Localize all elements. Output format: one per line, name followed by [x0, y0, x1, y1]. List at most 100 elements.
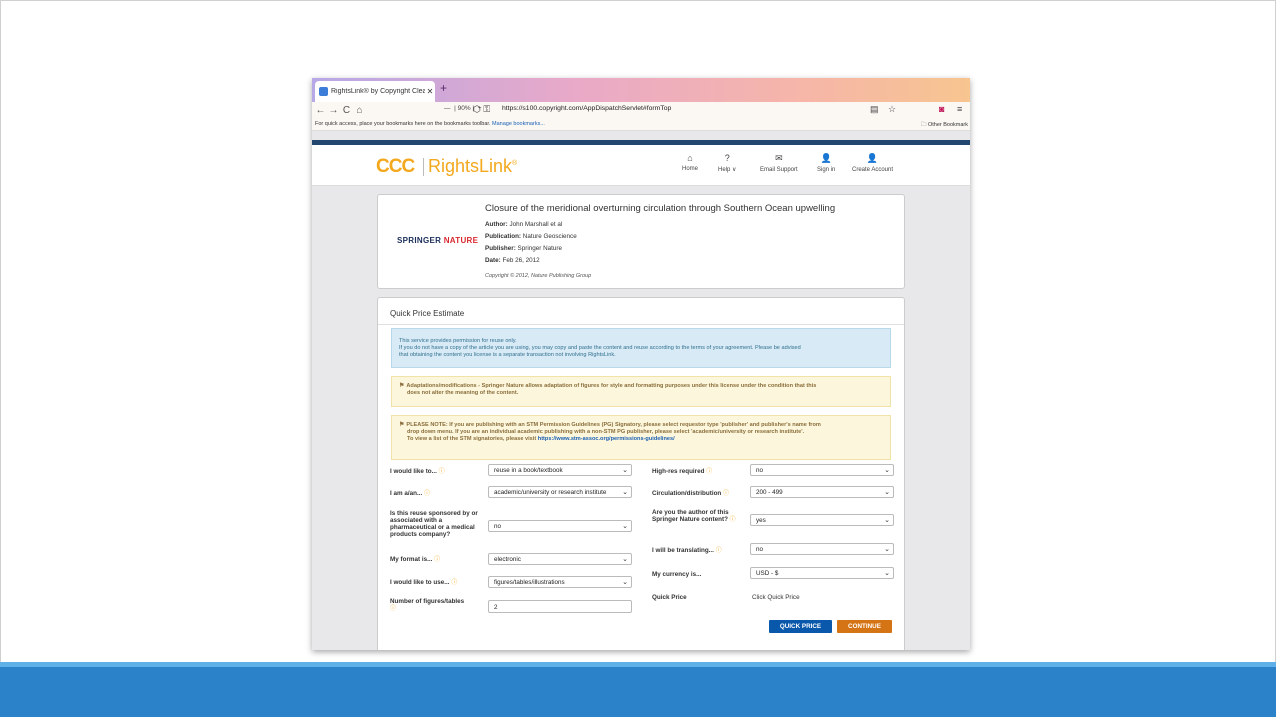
- author-line: Author: John Marshall et al: [485, 221, 562, 228]
- browser-tab-bar: RightsLink® by Copyright Clear ✕ +: [312, 78, 970, 102]
- folder-icon: 🗀: [920, 122, 927, 128]
- sponsored-select[interactable]: no ⌄: [488, 520, 632, 532]
- date-label: Date:: [485, 257, 501, 264]
- continue-button[interactable]: CONTINUE: [837, 620, 892, 633]
- use-label: I would like to use... ⓘ: [390, 579, 457, 587]
- info-circle-icon[interactable]: ⓘ: [451, 580, 457, 586]
- flag-icon: ⚑: [399, 383, 405, 389]
- info-circle-icon[interactable]: ⓘ: [723, 491, 729, 497]
- chevron-down-icon: ⌄: [622, 579, 628, 586]
- address-bar[interactable]: https://s100.copyright.com/AppDispatchSe…: [502, 105, 671, 112]
- rightslink-logo[interactable]: RightsLink®: [428, 156, 517, 177]
- info-circle-icon[interactable]: ⓘ: [434, 557, 440, 563]
- article-title: Closure of the meridional overturning ci…: [485, 203, 836, 214]
- nav-help[interactable]: ? Help ∨: [718, 153, 736, 173]
- format-select[interactable]: electronic ⌄: [488, 553, 632, 565]
- stm-note-alert: ⚑ PLEASE NOTE: If you are publishing with…: [391, 415, 891, 460]
- zoom-out-button[interactable]: —: [444, 105, 451, 112]
- format-value: electronic: [494, 556, 521, 563]
- number-label: Number of figures/tables ⓘ: [390, 598, 470, 613]
- rightslink-text: RightsLink: [428, 156, 513, 176]
- nav-email-support[interactable]: ✉ Email Support: [760, 153, 798, 173]
- author-question-label: Are you the author of this Springer Natu…: [652, 509, 736, 524]
- circulation-label: Circulation/distribution ⓘ: [652, 490, 729, 498]
- user-icon: 👤: [820, 153, 832, 163]
- stm-guidelines-link[interactable]: https://www.stm-assoc.org/permissions-gu…: [538, 436, 675, 442]
- article-card: SPRINGER NATURE Closure of the meridiona…: [377, 194, 905, 289]
- highres-value: no: [756, 467, 764, 474]
- circulation-select[interactable]: 200 - 499 ⌄: [750, 486, 894, 498]
- manage-bookmarks-link[interactable]: Manage bookmarks...: [492, 121, 545, 127]
- sponsored-value: no: [494, 523, 502, 530]
- nav-home[interactable]: ⌂ Home: [682, 153, 698, 172]
- info-circle-icon[interactable]: ⓘ: [424, 491, 430, 497]
- would-like-select[interactable]: reuse in a book/textbook ⌄: [488, 464, 632, 476]
- publication-value: Nature Geoscience: [522, 233, 577, 240]
- info-circle-icon[interactable]: ⓘ: [730, 517, 736, 523]
- registered-mark: ®: [512, 160, 518, 167]
- pocket-icon[interactable]: ◙: [939, 104, 944, 114]
- nav-email-label: Email Support: [760, 167, 798, 173]
- info-circle-icon[interactable]: ⓘ: [716, 548, 722, 554]
- browser-screenshot: RightsLink® by Copyright Clear ✕ + ← → C…: [312, 78, 970, 650]
- note-line-3: To view a list of the STM signatories, p…: [407, 436, 537, 442]
- would-like-value: reuse in a book/textbook: [494, 467, 563, 474]
- chevron-down-icon: ⌄: [622, 556, 628, 563]
- bookmark-star-icon[interactable]: ☆: [888, 104, 896, 115]
- reload-icon[interactable]: C: [340, 105, 353, 116]
- nav-sign-in[interactable]: 👤 Sign in: [817, 153, 835, 173]
- back-icon[interactable]: ←: [314, 105, 327, 116]
- translating-text: I will be translating...: [652, 547, 714, 554]
- info-line-1: This service provides permission for reu…: [399, 338, 517, 344]
- info-line-3: that obtaining the content you license i…: [399, 352, 616, 358]
- nav-create-account[interactable]: 👤 Create Account: [852, 153, 893, 173]
- highres-select[interactable]: no ⌄: [750, 464, 894, 476]
- logo-springer: SPRINGER: [397, 236, 444, 245]
- chevron-down-icon: ⌄: [622, 467, 628, 474]
- author-question-text: Are you the author of this Springer Natu…: [652, 509, 729, 523]
- author-question-value: yes: [756, 517, 766, 524]
- browser-nav-bar: ← → C ⌂ — | 90% | + ⬡ ⚿ https://s100.cop…: [312, 102, 970, 119]
- number-text: Number of figures/tables: [390, 598, 465, 605]
- other-bookmarks-folder[interactable]: 🗀 Other Bookmark: [921, 121, 968, 130]
- quick-price-label: Quick Price: [652, 594, 687, 601]
- chevron-down-icon: ⌄: [884, 467, 890, 474]
- info-line-2: If you do not have a copy of the article…: [399, 345, 801, 351]
- new-tab-button[interactable]: +: [440, 81, 447, 95]
- home-icon: ⌂: [687, 153, 693, 163]
- site-header: CCC RightsLink® ⌂ Home ? Help ∨ ✉ Email Sup…: [312, 145, 970, 186]
- adapt-line-1: Adaptations/modifications - Springer Nat…: [406, 383, 817, 389]
- number-input[interactable]: 2: [488, 600, 632, 613]
- translating-select[interactable]: no ⌄: [750, 543, 894, 555]
- translating-label: I will be translating... ⓘ: [652, 547, 722, 555]
- home-browser-icon[interactable]: ⌂: [353, 105, 366, 116]
- bookmarks-toolbar: For quick access, place your bookmarks h…: [312, 119, 970, 131]
- forward-icon[interactable]: →: [327, 105, 340, 116]
- shield-lock-icon[interactable]: ⬡ ⚿: [473, 104, 490, 115]
- circulation-value: 200 - 499: [756, 489, 783, 496]
- menu-icon[interactable]: ≡: [957, 104, 962, 114]
- use-select[interactable]: figures/tables/illustrations ⌄: [488, 576, 632, 588]
- reader-view-icon[interactable]: ▤: [870, 104, 879, 115]
- i-am-select[interactable]: academic/university or research institut…: [488, 486, 632, 498]
- would-like-text: I would like to...: [390, 468, 437, 475]
- heading-divider: [378, 324, 904, 325]
- chevron-down-icon: ⌄: [884, 517, 890, 524]
- ccc-logo[interactable]: CCC: [376, 156, 415, 178]
- i-am-label: I am a/an... ⓘ: [390, 490, 430, 498]
- currency-select[interactable]: USD - $ ⌄: [750, 567, 894, 579]
- author-question-select[interactable]: yes ⌄: [750, 514, 894, 526]
- chevron-down-icon: ⌄: [884, 570, 890, 577]
- i-am-value: academic/university or research institut…: [494, 489, 607, 496]
- info-circle-icon[interactable]: ⓘ: [439, 469, 445, 475]
- info-circle-icon[interactable]: ⓘ: [706, 469, 712, 475]
- close-tab-icon[interactable]: ✕: [425, 87, 435, 96]
- browser-tab[interactable]: RightsLink® by Copyright Clear ✕: [315, 81, 435, 102]
- zoom-level[interactable]: 90%: [458, 105, 471, 112]
- highres-label: High-res required ⓘ: [652, 468, 712, 476]
- info-circle-icon[interactable]: ⓘ: [390, 606, 396, 612]
- note-line-1: PLEASE NOTE: If you are publishing with …: [406, 422, 821, 428]
- slide-footer-band: [0, 662, 1276, 717]
- date-value: Feb 26, 2012: [502, 257, 540, 264]
- quick-price-button[interactable]: QUICK PRICE: [769, 620, 832, 633]
